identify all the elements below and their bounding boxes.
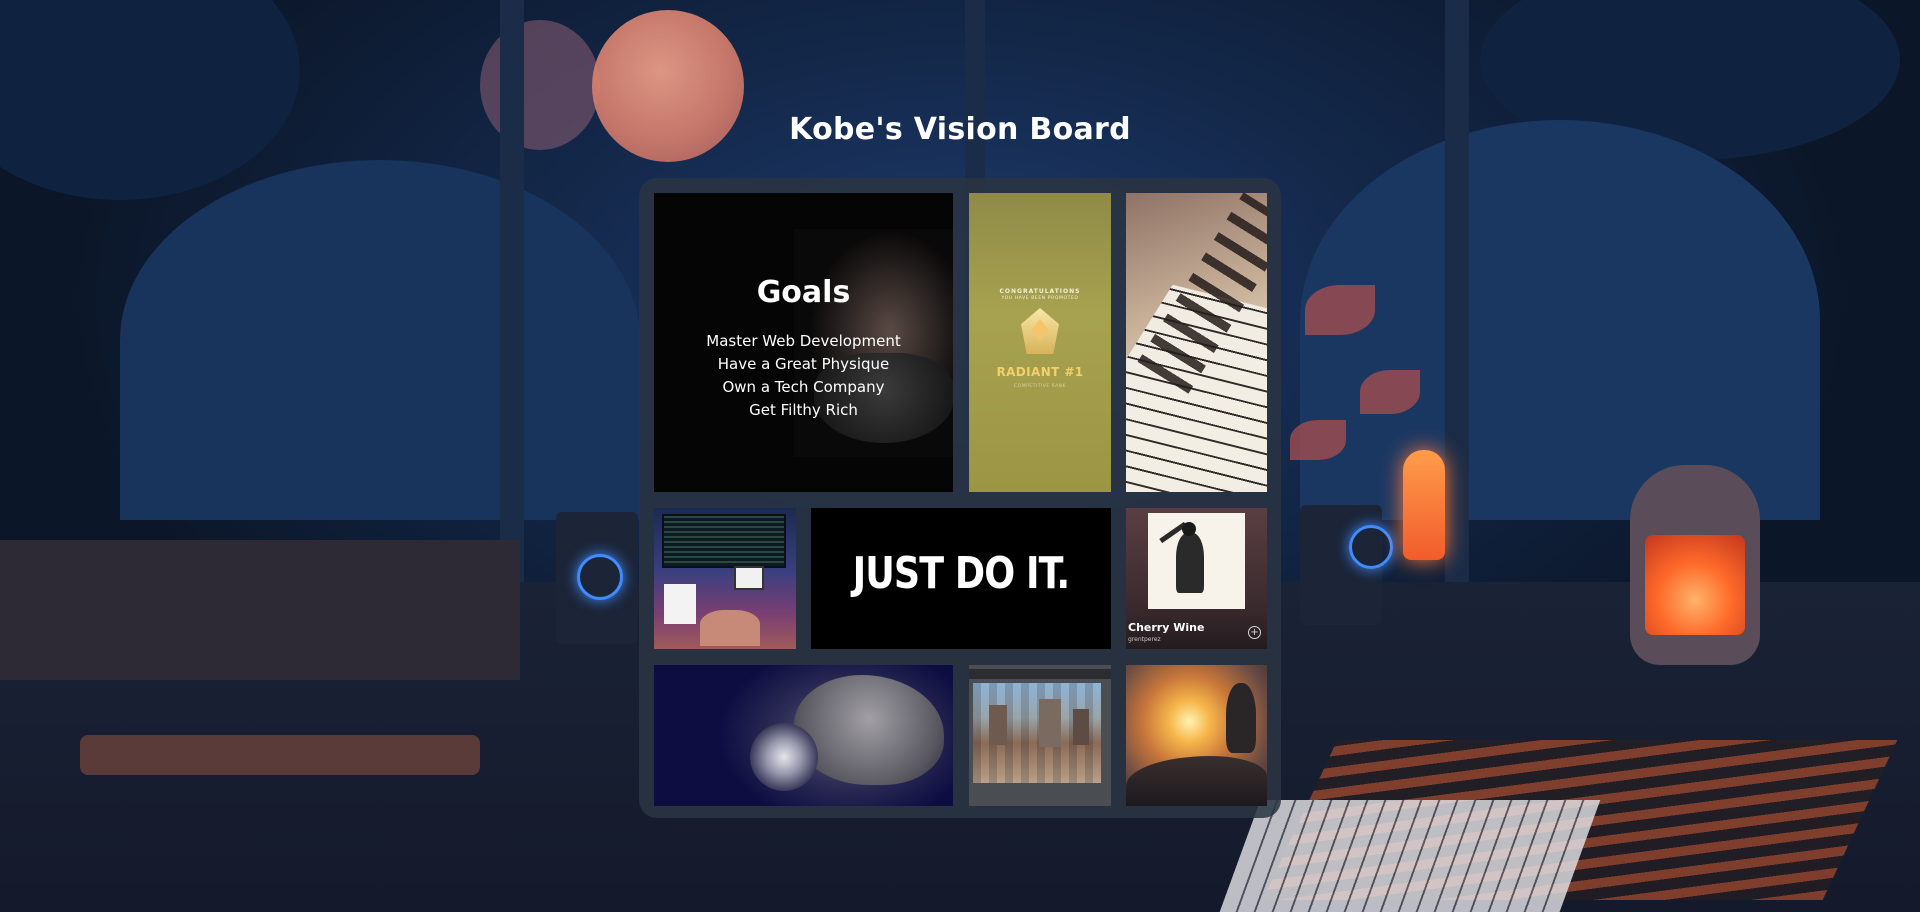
goals-text-block: Goals Master Web Development Have a Grea…	[654, 275, 953, 422]
piano-left	[0, 540, 520, 680]
game-toolbar	[969, 669, 1111, 679]
album-figure-head	[1182, 522, 1196, 536]
dumbbell	[750, 723, 818, 791]
goals-tile: Goals Master Web Development Have a Grea…	[654, 193, 953, 492]
speaker-ring-right	[1349, 525, 1393, 569]
fist-hand	[794, 675, 944, 785]
window-post-right	[1445, 0, 1469, 640]
nike-slogan-tile: JUST DO IT.	[811, 508, 1111, 649]
desk-setup-tile	[654, 508, 796, 649]
game-screenshot-tile	[969, 665, 1111, 806]
sunset-person	[1226, 683, 1256, 753]
radiant-promoted-text: YOU HAVE BEEN PROMOTED	[1001, 296, 1079, 301]
plant-leaves-3	[1290, 420, 1346, 460]
speaker-ring-left	[577, 554, 623, 600]
fist-dumbbell-tile	[654, 665, 953, 806]
synth-keyboard	[1219, 800, 1601, 912]
mountain-right	[1300, 120, 1820, 520]
radiant-congrats-text: CONGRATULATIONS	[999, 288, 1081, 295]
desk-small-screen	[734, 566, 764, 590]
cherry-wine-tile: Cherry Wine grentperez +	[1126, 508, 1267, 649]
window-post-left	[500, 0, 524, 600]
game-building	[989, 705, 1007, 745]
goal-item: Get Filthy Rich	[749, 401, 858, 419]
desk-paper	[664, 584, 696, 624]
plus-circle-icon[interactable]: +	[1248, 626, 1261, 639]
piano-photo-tile	[1126, 193, 1267, 492]
desk-monitor	[662, 514, 786, 568]
goal-item: Master Web Development	[706, 332, 901, 350]
plant-leaves-2	[1360, 370, 1420, 414]
sunset-photo-tile	[1126, 665, 1267, 806]
song-title: Cherry Wine	[1128, 621, 1205, 634]
mountain-left	[120, 160, 640, 520]
goal-item: Own a Tech Company	[722, 378, 885, 396]
radiant-rank-caption: COMPETITIVE RANK	[1014, 384, 1066, 389]
desk-hands	[700, 610, 760, 646]
stove-fire	[1645, 535, 1745, 635]
bench	[80, 735, 480, 775]
tree-left	[0, 0, 300, 200]
sunset-hill	[1126, 756, 1267, 806]
lava-lamp	[1403, 450, 1445, 560]
plant-leaves-1	[1305, 285, 1375, 335]
game-building	[1039, 699, 1061, 747]
page-title: Kobe's Vision Board	[789, 112, 1131, 147]
nike-slogan: JUST DO IT.	[852, 548, 1071, 599]
radiant-rank-label: RADIANT #1	[996, 365, 1084, 379]
goals-heading: Goals	[756, 275, 851, 310]
radiant-rank-tile: CONGRATULATIONS YOU HAVE BEEN PROMOTED R…	[969, 193, 1111, 492]
vision-board: Goals Master Web Development Have a Grea…	[639, 178, 1281, 818]
album-figure	[1176, 533, 1204, 593]
game-building	[1073, 709, 1089, 745]
song-artist: grentperez	[1128, 636, 1161, 643]
goal-item: Have a Great Physique	[717, 355, 890, 373]
